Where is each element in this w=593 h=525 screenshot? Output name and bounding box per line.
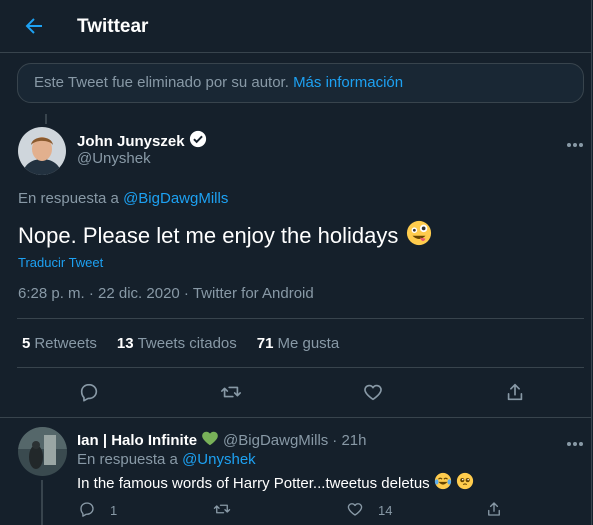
reply-time[interactable]: · 21h — [332, 432, 366, 449]
reply-prefix: En respuesta a — [18, 190, 119, 207]
reply-icon[interactable] — [78, 381, 100, 403]
deleted-tweet-notice: Este Tweet fue eliminado por su autor. M… — [17, 63, 584, 103]
reply-to-link[interactable]: @Unyshek — [182, 451, 256, 468]
more-info-link[interactable]: Más información — [293, 74, 403, 91]
header: Twittear — [0, 0, 591, 53]
reply-context: En respuesta a @BigDawgMills — [18, 190, 228, 207]
reply-author-line: Ian | Halo Infinite @BigDawgMills · 21h — [77, 429, 367, 451]
thread-line — [41, 480, 43, 525]
like-button[interactable]: 14 — [346, 500, 392, 521]
pleading-face-emoji-icon — [456, 472, 474, 494]
like-icon[interactable] — [362, 381, 384, 403]
verified-icon — [189, 130, 207, 152]
share-icon — [485, 500, 503, 521]
back-arrow-icon[interactable] — [22, 14, 46, 38]
reply-author-name[interactable]: Ian | Halo Infinite — [77, 432, 197, 449]
tweet-page: Twittear Este Tweet fue eliminado por su… — [0, 0, 592, 525]
divider — [0, 417, 591, 418]
divider — [17, 367, 584, 368]
thread-connector — [45, 114, 47, 124]
reply-icon — [78, 500, 96, 521]
author-handle[interactable]: @Unyshek — [77, 150, 151, 167]
quotes-stat[interactable]: 13 Tweets citados — [117, 335, 237, 352]
likes-stat[interactable]: 71 Me gusta — [257, 335, 339, 352]
divider — [17, 318, 584, 319]
retweet-button[interactable] — [213, 500, 231, 521]
reply-prefix: En respuesta a — [77, 451, 178, 468]
tweet-text: Nope. Please let me enjoy the holidays — [18, 220, 432, 252]
like-icon — [346, 500, 364, 521]
tweet-stats: 5 Retweets 13 Tweets citados 71 Me gusta — [22, 335, 359, 352]
tweet-text-content: Nope. Please let me enjoy the holidays — [18, 223, 399, 248]
deleted-notice-text: Este Tweet fue eliminado por su autor. — [34, 74, 289, 91]
reply-text-content: In the famous words of Harry Potter...tw… — [77, 474, 430, 492]
tweet-meta[interactable]: 6:28 p. m. · 22 dic. 2020 · Twitter for … — [18, 285, 314, 302]
reply-context: En respuesta a @Unyshek — [77, 451, 256, 468]
retweet-icon — [213, 500, 231, 521]
reply-text: In the famous words of Harry Potter...tw… — [77, 472, 474, 494]
author-name-text: John Junyszek — [77, 132, 185, 150]
reply-author-handle[interactable]: @BigDawgMills — [223, 432, 328, 449]
tears-of-joy-emoji-icon — [434, 472, 452, 494]
reply-count: 1 — [110, 503, 118, 518]
reply-to-link[interactable]: @BigDawgMills — [123, 190, 228, 207]
more-icon[interactable] — [566, 434, 584, 446]
green-heart-icon — [201, 429, 219, 451]
share-button[interactable] — [485, 500, 503, 521]
more-icon[interactable] — [566, 135, 584, 147]
translate-tweet-link[interactable]: Traducir Tweet — [18, 255, 103, 270]
retweets-stat[interactable]: 5 Retweets — [22, 335, 97, 352]
zany-face-emoji-icon — [406, 220, 432, 252]
author-name[interactable]: John Junyszek — [77, 130, 207, 152]
reply-button[interactable]: 1 — [78, 500, 117, 521]
like-count: 14 — [378, 503, 393, 518]
retweet-icon[interactable] — [220, 381, 242, 403]
avatar[interactable] — [18, 427, 67, 476]
page-title: Twittear — [77, 16, 149, 37]
share-icon[interactable] — [504, 381, 526, 403]
avatar[interactable] — [18, 127, 66, 175]
